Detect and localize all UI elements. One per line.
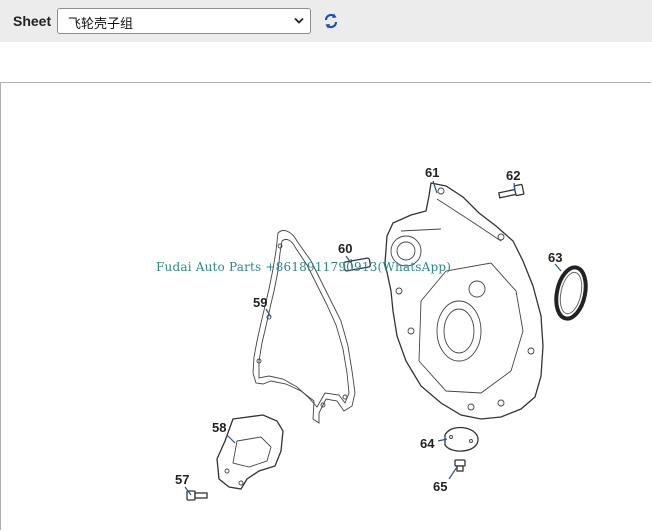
toolbar: Sheet 飞轮壳子组: [0, 0, 652, 42]
callout-58[interactable]: 58: [212, 420, 226, 435]
part-63-seal-ring[interactable]: [552, 265, 590, 322]
parts-diagram-viewer[interactable]: 57 58 59 60 61 62 63 64 65 Fudai Auto Pa…: [0, 82, 651, 530]
callout-65[interactable]: 65: [433, 479, 447, 494]
watermark-text: Fudai Auto Parts +8618911790913(WhatsApp…: [156, 260, 452, 274]
part-58-bracket[interactable]: [216, 414, 284, 490]
callout-60[interactable]: 60: [338, 241, 352, 256]
parts-diagram: 57 58 59 60 61 62 63 64 65: [175, 165, 590, 501]
part-65-plug[interactable]: [454, 459, 466, 472]
callout-57[interactable]: 57: [175, 472, 189, 487]
part-62-bolt[interactable]: [498, 183, 525, 199]
callout-59[interactable]: 59: [253, 295, 267, 310]
part-61-flywheel-housing[interactable]: [384, 182, 544, 420]
refresh-icon[interactable]: [322, 12, 340, 30]
sheet-label: Sheet: [13, 13, 52, 29]
callout-64[interactable]: 64: [420, 436, 435, 451]
chevron-down-icon: [294, 17, 304, 24]
sheet-select-value: 飞轮壳子组: [68, 17, 134, 32]
callout-62[interactable]: 62: [506, 168, 520, 183]
callout-61[interactable]: 61: [425, 165, 439, 180]
part-57-bolt[interactable]: [186, 490, 208, 501]
sheet-select[interactable]: 飞轮壳子组: [57, 8, 311, 34]
part-64-cover-plate[interactable]: [444, 426, 479, 452]
callout-63[interactable]: 63: [548, 250, 562, 265]
